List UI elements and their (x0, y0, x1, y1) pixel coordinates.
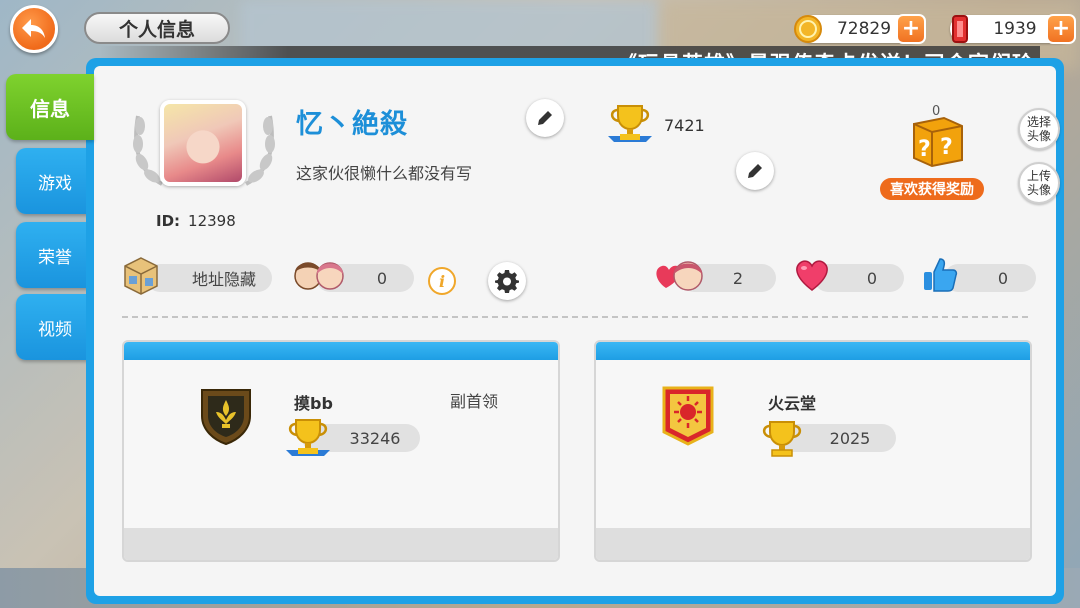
guild-role: 副首领 (450, 392, 499, 411)
coin-counter: 72829 + (794, 14, 926, 44)
thumbs-count: 0 (997, 268, 1009, 288)
choose-avatar-button[interactable]: 选择头像 (1018, 108, 1060, 150)
thumbs-up-icon[interactable] (922, 256, 958, 294)
friends-count: 0 (376, 268, 388, 288)
tab-info[interactable]: 信息 (6, 74, 94, 140)
trophy-icon (762, 421, 802, 457)
profile-panel: ID: 12398 忆丶絶殺 这家伙很懒什么都没有写 7421 0 ? ? 喜欢获… (86, 58, 1064, 604)
cube-location-icon (124, 257, 158, 295)
trophy-icon (608, 105, 652, 142)
pencil-icon (538, 111, 552, 125)
mystery-box-icon[interactable]: ? ? (906, 110, 968, 172)
info-button[interactable]: i (428, 267, 456, 295)
clan-card[interactable]: 火云堂 2025 (594, 340, 1032, 562)
add-coins-button[interactable]: + (896, 14, 926, 44)
tab-honor[interactable]: 荣誉 (16, 222, 94, 288)
player-id: ID: 12398 (156, 212, 236, 230)
couple-heart-icon (656, 261, 703, 291)
couple-count: 2 (732, 268, 744, 288)
edit-signature-button[interactable] (736, 152, 774, 190)
clan-card-footer (596, 528, 1030, 560)
guild-card-footer (124, 528, 558, 560)
svg-text:?: ? (918, 137, 931, 162)
avatar-frame (130, 96, 280, 206)
settings-button[interactable] (488, 262, 526, 300)
clan-trophy-count: 2025 (829, 428, 871, 448)
gem-counter: 1939 + (950, 14, 1076, 44)
laurel-right-icon (244, 115, 275, 186)
clan-banner-icon (662, 386, 714, 446)
guild-card[interactable]: 摸bb 副首领 33246 (122, 340, 560, 562)
red-ticket-icon (952, 15, 968, 43)
location-text: 地址隐藏 (191, 270, 256, 289)
tab-game[interactable]: 游戏 (16, 148, 94, 214)
edit-nickname-button[interactable] (526, 99, 564, 137)
player-id-value: 12398 (188, 212, 236, 230)
pencil-icon (748, 164, 762, 178)
gear-icon (495, 270, 519, 293)
trophy-count: 7421 (664, 116, 705, 135)
profile-panel-body: ID: 12398 忆丶絶殺 这家伙很懒什么都没有写 7421 0 ? ? 喜欢获… (94, 66, 1060, 596)
player-nickname: 忆丶絶殺 (296, 109, 408, 140)
player-id-label: ID: (156, 212, 181, 230)
guild-name: 摸bb (294, 394, 333, 413)
guild-trophy-count: 33246 (349, 428, 401, 448)
location-pill: 地址隐藏 (146, 264, 272, 292)
upload-avatar-button[interactable]: 上传头像 (1018, 162, 1060, 204)
page-title: 个人信息 (84, 12, 230, 44)
clan-card-header (596, 342, 1030, 360)
back-arrow-icon (22, 19, 45, 38)
friends-faces-icon (294, 262, 344, 290)
clan-name: 火云堂 (768, 394, 817, 413)
like-reward-label[interactable]: 喜欢获得奖励 (880, 178, 984, 200)
player-signature: 这家伙很懒什么都没有写 (296, 164, 473, 183)
hearts-count: 0 (866, 268, 878, 288)
info-icon: i (438, 271, 446, 291)
add-gems-button[interactable]: + (1046, 14, 1076, 44)
tab-video[interactable]: 视频 (16, 294, 94, 360)
trophy-icon (286, 419, 330, 456)
heart-icon[interactable] (794, 258, 830, 292)
avatar[interactable] (160, 100, 246, 186)
svg-text:?: ? (940, 135, 953, 160)
section-divider (122, 316, 1028, 318)
back-button[interactable] (10, 5, 58, 53)
guild-shield-icon (201, 389, 251, 446)
guild-card-header (124, 342, 558, 360)
coin-icon (794, 15, 822, 43)
